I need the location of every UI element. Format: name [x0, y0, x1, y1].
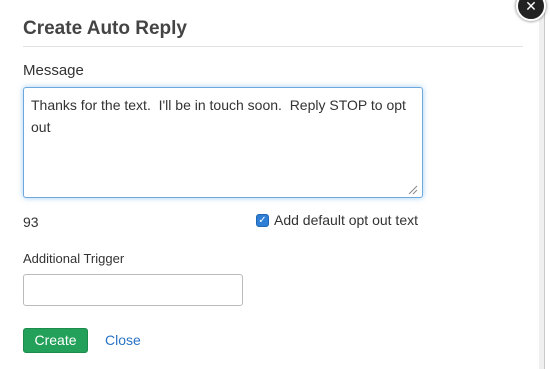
message-textarea[interactable]: Thanks for the text. I'll be in touch so…: [23, 87, 423, 198]
auto-reply-dialog: ✕ Create Auto Reply Message Thanks for t…: [0, 0, 546, 369]
dialog-title: Create Auto Reply: [23, 18, 187, 39]
create-button[interactable]: Create: [23, 328, 88, 353]
opt-out-option[interactable]: ✓ Add default opt out text: [256, 212, 418, 228]
trigger-label: Additional Trigger: [23, 251, 125, 266]
title-divider: [23, 46, 523, 47]
opt-out-label[interactable]: Add default opt out text: [274, 212, 418, 228]
dialog-edge: [539, 0, 544, 369]
character-count: 93: [23, 214, 39, 230]
message-label: Message: [23, 62, 84, 79]
trigger-input[interactable]: [23, 274, 243, 306]
resize-grip-icon[interactable]: [406, 183, 418, 195]
close-link[interactable]: Close: [105, 332, 141, 348]
opt-out-checkbox[interactable]: ✓: [256, 213, 269, 227]
